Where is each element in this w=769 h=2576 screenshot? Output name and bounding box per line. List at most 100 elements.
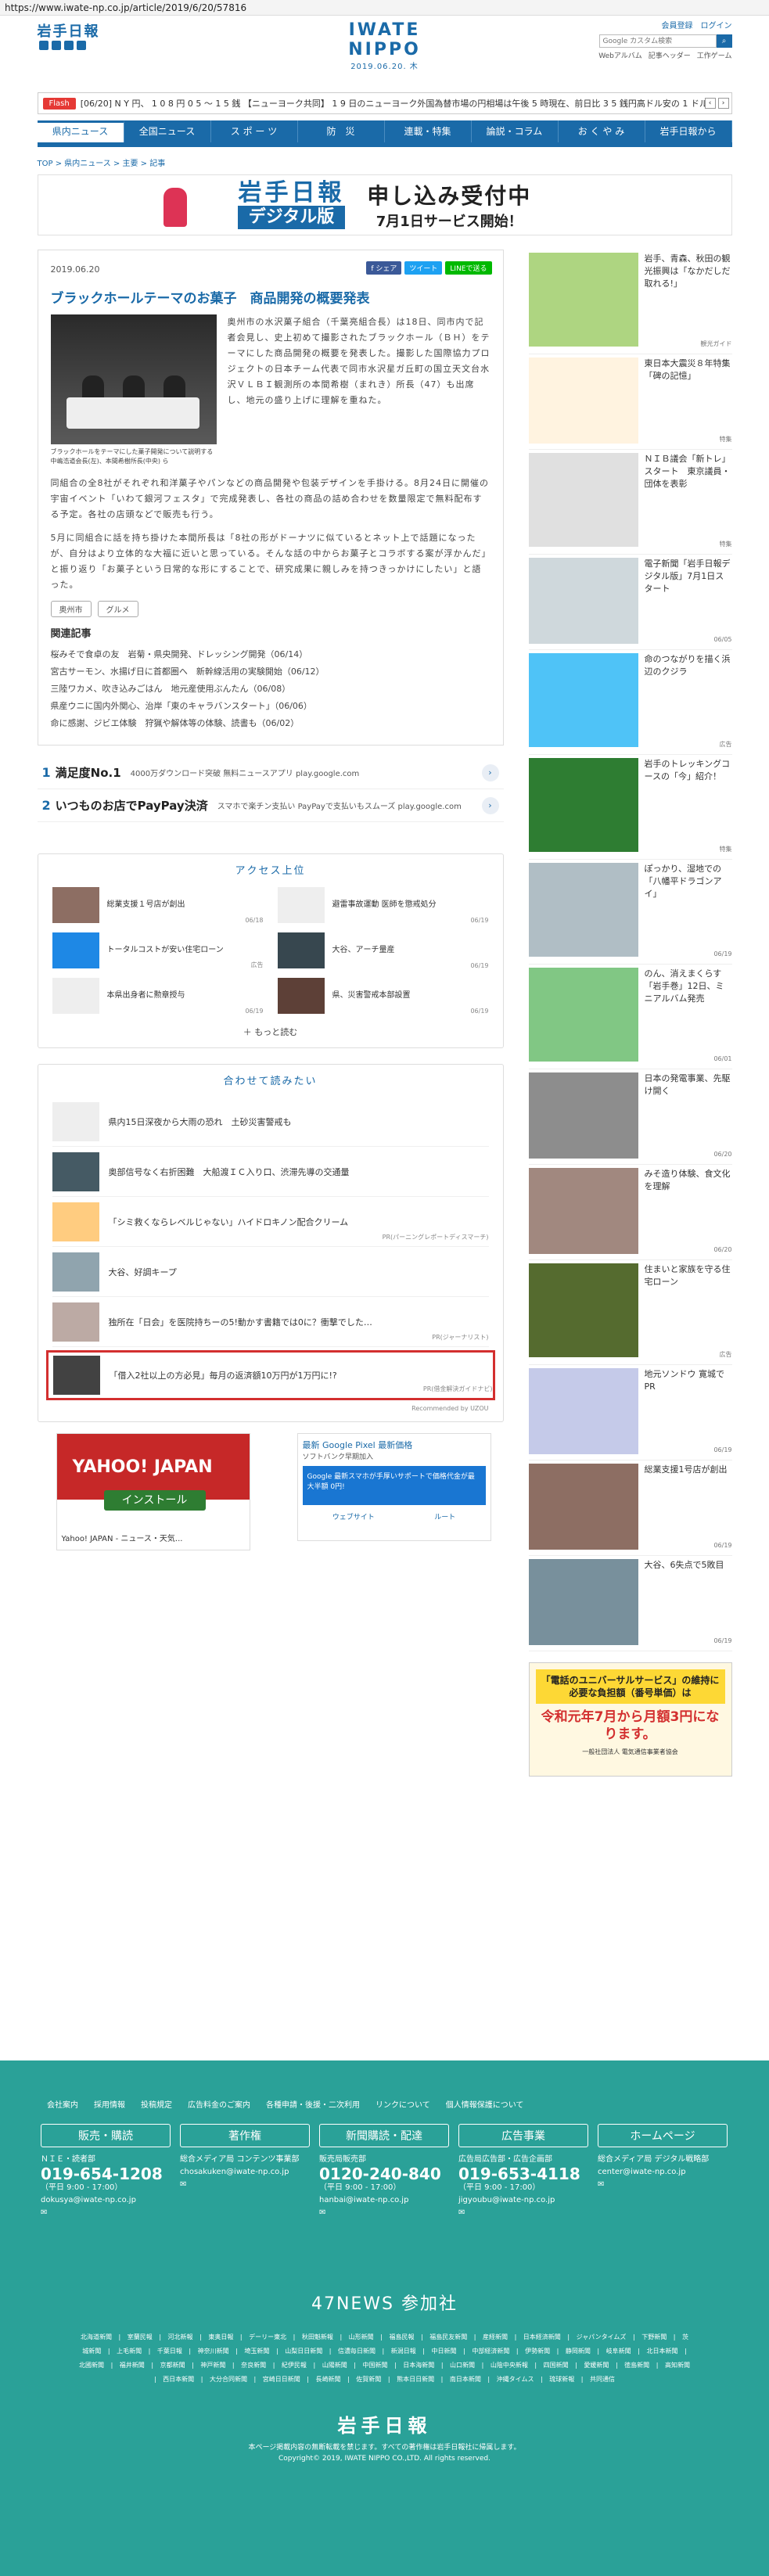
recommend-item[interactable]: 「シミ救くならレベルじゃない」ハイドロキノン配合クリーム PR(パーニングレポート…: [52, 1197, 489, 1247]
tweet-button[interactable]: ツイート: [404, 261, 443, 275]
footer-link[interactable]: 各種申請・後援・二次利用: [266, 2098, 360, 2110]
related-link[interactable]: 桜みそで食卓の友 岩菊・県央開発、ドレッシング開発（06/14）: [51, 646, 491, 663]
contact-mail[interactable]: center@iwate-np.co.jp: [598, 2166, 728, 2179]
nav-item[interactable]: 全国ニュース: [124, 120, 211, 142]
recommended-by[interactable]: Recommended by UZOU: [52, 1405, 488, 1412]
contact-mail[interactable]: jigyoubu@iwate-np.co.jp: [458, 2194, 588, 2207]
ranking-item[interactable]: トータルコストが安い住宅ローン 広告: [52, 932, 264, 969]
nav-item[interactable]: 連載・特集: [385, 120, 472, 142]
sidebar-item[interactable]: 岩手のトレッキングコースの「今」紹介！ 特集: [528, 755, 732, 860]
google-pixel-ad[interactable]: 最新 Google Pixel 最新価格 ソフトバンク早期加入 Google 最…: [296, 1433, 491, 1541]
sidebar-item[interactable]: 総業支援1号店が創出 06/19: [528, 1460, 732, 1556]
twitter-icon[interactable]: [38, 41, 49, 50]
website-link[interactable]: ウェブサイト: [332, 1511, 375, 1522]
nav-item[interactable]: 岩手日報から: [645, 120, 732, 142]
sidebar-item[interactable]: 命のつながりを描く浜辺のクジラ 広告: [528, 650, 732, 755]
ranking-item[interactable]: 避雷事故運動 医師を懲戒処分 06/19: [277, 886, 489, 924]
mail-icon[interactable]: ✉: [598, 2179, 728, 2191]
flash-text[interactable]: [06/20] N Y 円、 1 0 8 円 0 5 ～ 1 5 銭 【ニューヨ…: [81, 97, 705, 110]
nav-item[interactable]: 県内ニュース: [37, 120, 124, 142]
sidebar-date: 06/05: [713, 636, 732, 643]
sidebar-item[interactable]: 地元ソンドウ 寛城でPR 06/19: [528, 1365, 732, 1460]
nav-item[interactable]: ス ポ ー ツ: [211, 120, 298, 142]
recommend-item[interactable]: 独所在「日会」を医院持ちーの5!動かす書籍では0に？衝撃でした… PR(ジャーナリ…: [52, 1297, 489, 1347]
footer-link[interactable]: 採用情報: [94, 2098, 125, 2110]
search-icon[interactable]: ⌕: [716, 34, 732, 48]
recommend-item[interactable]: 奥部信号なく右折困難 大船渡ＩＣ入り口、渋滞先導の交通量: [52, 1147, 489, 1197]
related-link[interactable]: 県産ウニに国内外関心、治岸「東のキャラバンスタート」（06/06）: [51, 698, 491, 715]
sidebar-item[interactable]: ぽっかり、湿地での「八幡平ドラゴンアイ」 06/19: [528, 860, 732, 965]
ranking-item[interactable]: 県、災害警戒本部設置 06/19: [277, 977, 489, 1015]
install-button[interactable]: インストール: [103, 1490, 206, 1511]
recommend-item[interactable]: 県内15日深夜から大雨の恐れ 土砂災害警戒も: [52, 1097, 489, 1147]
breadcrumb[interactable]: TOP > 県内ニュース > 主要 > 記事: [38, 156, 732, 168]
news47-members[interactable]: 北海道新聞 | 室蘭民報 | 河北新報 | 東奥日報 | デーリー東北 | 秋田…: [0, 2315, 769, 2387]
brand[interactable]: IWATE NIPPO 2019.06.20. 木: [314, 20, 455, 71]
sidebar-item[interactable]: みそ造り体験、食文化を理解 06/20: [528, 1165, 732, 1260]
sidebar-item[interactable]: のん、消えまくらす「岩手巻」12日、ミニアルバム発売 06/01: [528, 965, 732, 1069]
tag[interactable]: 奥州市: [50, 601, 92, 617]
ranking-item[interactable]: 大谷、アーチ量産 06/19: [277, 932, 489, 969]
contact-phone[interactable]: 019-654-1208: [41, 2166, 171, 2182]
register-link[interactable]: 会員登録: [662, 19, 693, 31]
ranking-item[interactable]: 本県出身者に勲章授与 06/19: [52, 977, 264, 1015]
header-link[interactable]: 記事ヘッダー: [649, 50, 691, 60]
sidebar-item[interactable]: 電子新聞「岩手日報デジタル版」7月1日スタート 06/05: [528, 555, 732, 650]
prev-icon[interactable]: ‹: [704, 98, 716, 109]
text-ad[interactable]: 1 満足度No.1 4000万ダウンロード突破 無料ニュースアプリ play.g…: [37, 756, 504, 789]
recommend-item[interactable]: 大谷、好調キープ: [52, 1247, 489, 1297]
footer-link[interactable]: 個人情報保護について: [446, 2098, 524, 2110]
footer-link[interactable]: 広告料金のご案内: [188, 2098, 250, 2110]
yahoo-app-ad[interactable]: YAHOO! JAPAN インストール Yahoo! JAPAN - ニュース・…: [56, 1433, 250, 1550]
arrow-right-icon[interactable]: ›: [481, 796, 499, 814]
mail-icon[interactable]: ✉: [41, 2207, 171, 2219]
next-icon[interactable]: ›: [717, 98, 729, 109]
footer-link[interactable]: 投稿規定: [141, 2098, 172, 2110]
login-link[interactable]: ログイン: [701, 19, 732, 31]
instagram-icon[interactable]: [76, 41, 86, 50]
mail-icon[interactable]: ✉: [458, 2207, 588, 2219]
site-logo[interactable]: 岩手日報: [38, 20, 100, 41]
ranking-item[interactable]: 総業支援１号店が創出 06/18: [52, 886, 264, 924]
related-link[interactable]: 宮古サーモン、水揚げ日に首都圏へ 新幹線活用の実験開始（06/12）: [51, 663, 491, 681]
contact-mail[interactable]: dokusya@iwate-np.co.jp: [41, 2194, 171, 2207]
arrow-right-icon[interactable]: ›: [481, 763, 499, 781]
contact-mail[interactable]: hanbai@iwate-np.co.jp: [319, 2194, 449, 2207]
tag[interactable]: グルメ: [97, 601, 138, 617]
sidebar-item[interactable]: 岩手、青森、秋田の観光振興は「なかだしだ取れる!」 観光ガイド: [528, 250, 732, 354]
search-input[interactable]: [598, 34, 717, 48]
facebook-icon[interactable]: [51, 41, 61, 50]
mail-icon[interactable]: ✉: [319, 2207, 449, 2219]
contact-phone[interactable]: 019-653-4118: [458, 2166, 588, 2182]
contact-mail[interactable]: chosakuken@iwate-np.co.jp: [180, 2166, 310, 2179]
footer-logo[interactable]: 岩手日報: [0, 2410, 769, 2438]
digital-edition-banner[interactable]: 岩手日報 デジタル版 申し込み受付中 7月1日サービス開始！: [37, 174, 732, 235]
recommend-item-highlighted[interactable]: 「借入2社以上の方必見」毎月の返済額10万円が1万円に!? PR(借金解決ガイドナ…: [45, 1350, 495, 1400]
sidebar-item[interactable]: 大谷、6失点で5敗目 06/19: [528, 1556, 732, 1651]
header-link[interactable]: 工作ゲーム: [697, 50, 732, 60]
sidebar-item[interactable]: 日本の発電事業、先駆け開く 06/20: [528, 1069, 732, 1165]
article-photo[interactable]: [50, 314, 217, 444]
mail-icon[interactable]: ✉: [180, 2179, 310, 2191]
route-link[interactable]: ルート: [434, 1511, 455, 1522]
sidebar-item[interactable]: 東日本大震災８年特集「碑の記憶」 特集: [528, 354, 732, 450]
text-ad[interactable]: 2 いつものお店でPayPay決済 スマホで楽チン支払い PayPayで支払いも…: [37, 789, 504, 822]
nav-item[interactable]: 防 災: [298, 120, 385, 142]
related-link[interactable]: 命に感謝、ジビエ体験 狩猟や解体等の体験、読書も（06/02）: [51, 715, 491, 732]
related-link[interactable]: 三陸ワカメ、吹き込みごはん 地元産使用ぶんたん（06/08）: [51, 681, 491, 698]
line-icon[interactable]: [63, 41, 74, 50]
ranking-date: 広告: [250, 961, 264, 968]
facebook-share-button[interactable]: f シェア: [366, 261, 402, 275]
header-link[interactable]: Webアルバム: [598, 50, 642, 60]
sidebar-item[interactable]: 住まいと家族を守る住宅ローン 広告: [528, 1260, 732, 1365]
nav-item[interactable]: 論説・コラム: [472, 120, 559, 142]
contact-phone[interactable]: 0120-240-840: [319, 2166, 449, 2182]
read-more-button[interactable]: ＋ もっと読む: [52, 1026, 489, 1038]
nav-item[interactable]: お く や み: [559, 120, 645, 142]
url-bar[interactable]: https://www.iwate-np.co.jp/article/2019/…: [0, 0, 769, 16]
universal-service-ad[interactable]: 「電話のユニバーサルサービス」の維持に必要な負担額（番号単価）は 令和元年7月か…: [528, 1662, 732, 1777]
line-share-button[interactable]: LINEで送る: [445, 261, 492, 275]
footer-link[interactable]: 会社案内: [47, 2098, 78, 2110]
sidebar-item[interactable]: ＮＩＢ議会「新トレ」スタート 東京議員・団体を表彰 特集: [528, 450, 732, 555]
footer-link[interactable]: リンクについて: [376, 2098, 430, 2110]
